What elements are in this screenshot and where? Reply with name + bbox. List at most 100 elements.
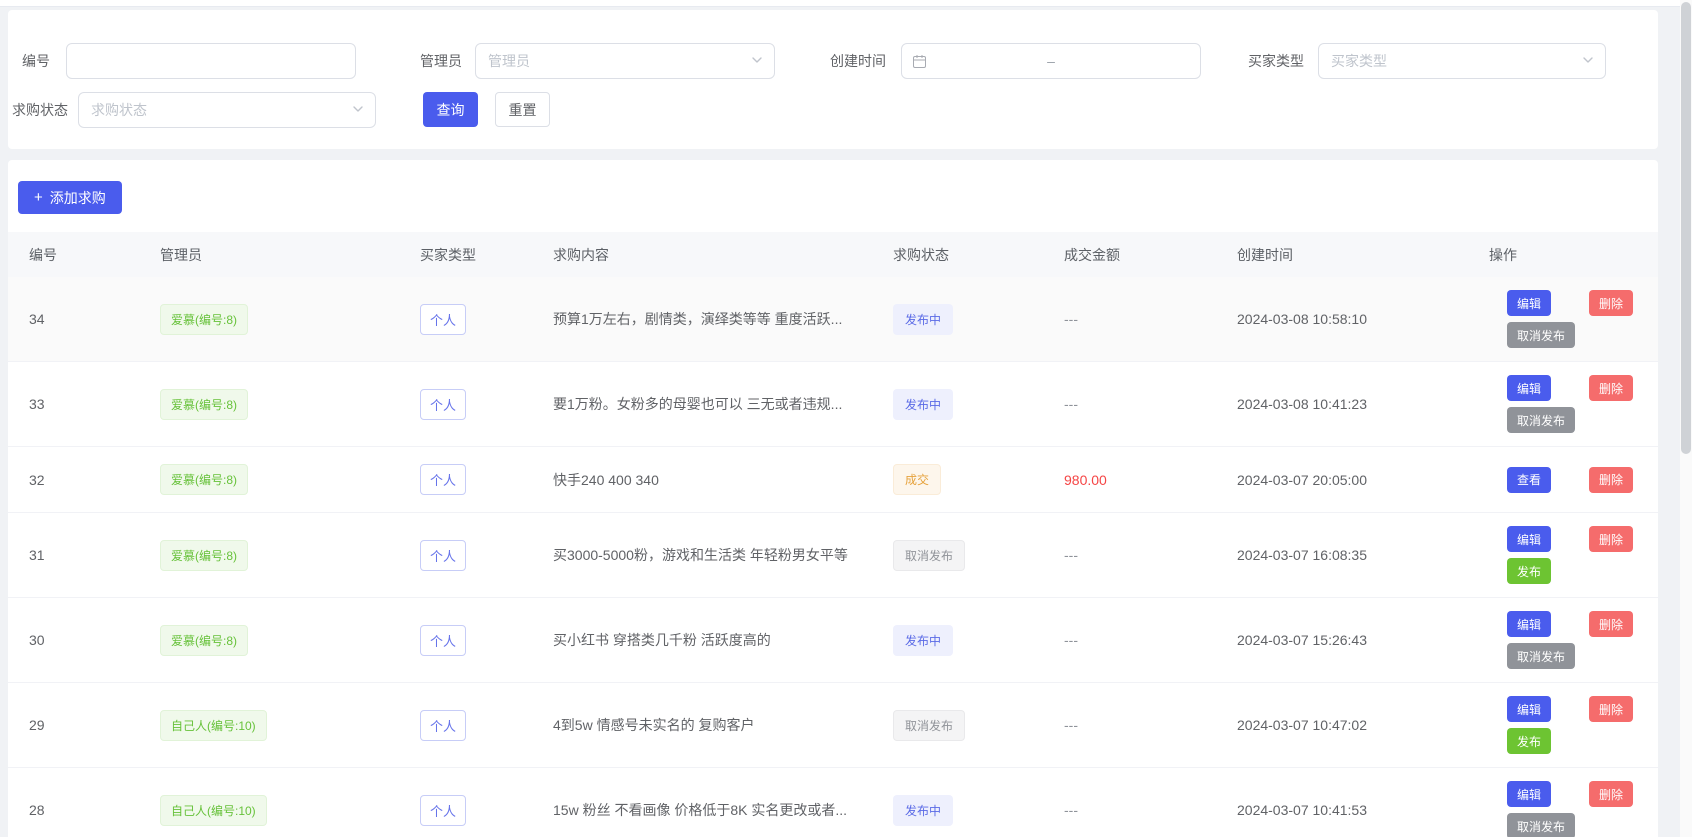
delete-button[interactable]: 删除	[1589, 375, 1633, 401]
row-status-cell: 成交	[893, 447, 1064, 512]
actions-line-1: 编辑 删除	[1507, 611, 1633, 637]
edit-button[interactable]: 编辑	[1507, 375, 1551, 401]
row-actions-cell: 编辑 删除 取消发布	[1489, 768, 1658, 837]
buyer-type-tag: 个人	[420, 710, 466, 741]
edit-button[interactable]: 编辑	[1507, 781, 1551, 807]
row-actions-cell: 编辑 删除 发布	[1489, 513, 1658, 597]
row-admin-cell: 爱慕(编号:8)	[160, 277, 420, 361]
row-created-time: 2024-03-07 10:41:53	[1237, 768, 1489, 837]
created-filter-label: 创建时间	[830, 43, 886, 79]
row-created-time: 2024-03-07 15:26:43	[1237, 598, 1489, 682]
reset-button[interactable]: 重置	[495, 92, 550, 127]
actions-line-1: 编辑 删除	[1507, 526, 1633, 552]
admin-select-input[interactable]	[476, 44, 750, 78]
deal-amount: ---	[1064, 547, 1078, 563]
delete-button[interactable]: 删除	[1589, 781, 1633, 807]
delete-button[interactable]: 删除	[1589, 290, 1633, 316]
buyer-type-select[interactable]	[1318, 43, 1606, 79]
col-created: 创建时间	[1237, 232, 1489, 277]
actions-line-2: 取消发布	[1507, 643, 1575, 669]
row-status-cell: 发布中	[893, 598, 1064, 682]
row-created-time: 2024-03-07 10:47:02	[1237, 683, 1489, 767]
row-buyer-cell: 个人	[420, 683, 553, 767]
row-amount-cell: ---	[1064, 513, 1237, 597]
cancel-publish-button[interactable]: 取消发布	[1507, 407, 1575, 433]
delete-button[interactable]: 删除	[1589, 467, 1633, 493]
add-purchase-label: 添加求购	[50, 188, 106, 208]
created-daterange-picker[interactable]: –	[901, 43, 1201, 79]
col-content: 求购内容	[553, 232, 893, 277]
row-id: 29	[29, 683, 160, 767]
row-content: 要1万粉。女粉多的母婴也可以 三无或者违规...	[553, 362, 893, 446]
buyer-type-tag: 个人	[420, 304, 466, 335]
delete-button[interactable]: 删除	[1589, 611, 1633, 637]
table-row: 28 自己人(编号:10) 个人 15w 粉丝 不看画像 价格低于8K 实名更改…	[8, 768, 1658, 837]
publish-button[interactable]: 发布	[1507, 728, 1551, 754]
cancel-publish-button[interactable]: 取消发布	[1507, 813, 1575, 837]
edit-button[interactable]: 编辑	[1507, 696, 1551, 722]
search-button[interactable]: 查询	[423, 92, 478, 127]
status-badge: 发布中	[893, 389, 953, 420]
status-badge: 成交	[893, 464, 941, 495]
row-actions-cell: 编辑 删除 发布	[1489, 683, 1658, 767]
admin-tag: 爱慕(编号:8)	[160, 304, 248, 335]
row-amount-cell: ---	[1064, 768, 1237, 837]
buyer-type-select-input[interactable]	[1319, 44, 1581, 78]
row-status-cell: 取消发布	[893, 683, 1064, 767]
table-row: 31 爱慕(编号:8) 个人 买3000-5000粉，游戏和生活类 年轻粉男女平…	[8, 513, 1658, 598]
row-admin-cell: 爱慕(编号:8)	[160, 447, 420, 512]
status-badge: 取消发布	[893, 540, 965, 571]
id-filter-label: 编号	[22, 43, 50, 79]
status-select-input[interactable]	[79, 93, 351, 127]
buyer-type-tag: 个人	[420, 540, 466, 571]
delete-button[interactable]: 删除	[1589, 526, 1633, 552]
row-id: 33	[29, 362, 160, 446]
view-button[interactable]: 查看	[1507, 467, 1551, 493]
buyer-type-tag: 个人	[420, 795, 466, 826]
row-content: 4到5w 情感号未实名的 复购客户	[553, 683, 893, 767]
id-input[interactable]	[67, 44, 355, 78]
row-amount-cell: ---	[1064, 683, 1237, 767]
scrollbar-thumb[interactable]	[1681, 2, 1691, 454]
status-select[interactable]	[78, 92, 376, 128]
row-content: 买小红书 穿搭类几千粉 活跃度高的	[553, 598, 893, 682]
table-row: 32 爱慕(编号:8) 个人 快手240 400 340 成交 980.00 2…	[8, 447, 1658, 513]
deal-amount: 980.00	[1064, 472, 1107, 488]
actions-line-1: 编辑 删除	[1507, 781, 1633, 807]
publish-button[interactable]: 发布	[1507, 558, 1551, 584]
daterange-separator: –	[1047, 53, 1055, 69]
deal-amount: ---	[1064, 632, 1078, 648]
row-amount-cell: 980.00	[1064, 447, 1237, 512]
delete-button[interactable]: 删除	[1589, 696, 1633, 722]
row-admin-cell: 自己人(编号:10)	[160, 768, 420, 837]
edit-button[interactable]: 编辑	[1507, 526, 1551, 552]
row-created-time: 2024-03-08 10:58:10	[1237, 277, 1489, 361]
row-actions-cell: 查看 删除	[1489, 447, 1658, 512]
plus-icon: +	[34, 190, 43, 205]
actions-line-1: 查看 删除	[1507, 467, 1633, 493]
table-row: 33 爱慕(编号:8) 个人 要1万粉。女粉多的母婴也可以 三无或者违规... …	[8, 362, 1658, 447]
row-amount-cell: ---	[1064, 362, 1237, 446]
filter-panel: 编号 管理员 创建时间 – 买家类型 求购状态 查询 重置	[8, 10, 1658, 149]
chevron-down-icon	[750, 53, 764, 70]
actions-line-2: 发布	[1507, 558, 1551, 584]
id-input-wrap	[66, 43, 356, 79]
vertical-scrollbar[interactable]	[1680, 0, 1692, 837]
actions-line-2: 取消发布	[1507, 813, 1575, 837]
cancel-publish-button[interactable]: 取消发布	[1507, 322, 1575, 348]
table-body: 34 爱慕(编号:8) 个人 预算1万左右，剧情类，演绎类等等 重度活跃... …	[8, 277, 1658, 837]
row-status-cell: 发布中	[893, 362, 1064, 446]
top-divider	[0, 0, 1680, 7]
admin-select[interactable]	[475, 43, 775, 79]
edit-button[interactable]: 编辑	[1507, 611, 1551, 637]
row-buyer-cell: 个人	[420, 447, 553, 512]
chevron-down-icon	[1581, 53, 1595, 70]
status-badge: 取消发布	[893, 710, 965, 741]
col-buyer-type: 买家类型	[420, 232, 553, 277]
add-purchase-button[interactable]: + 添加求购	[18, 181, 122, 214]
row-status-cell: 发布中	[893, 768, 1064, 837]
edit-button[interactable]: 编辑	[1507, 290, 1551, 316]
cancel-publish-button[interactable]: 取消发布	[1507, 643, 1575, 669]
row-id: 30	[29, 598, 160, 682]
row-actions-cell: 编辑 删除 取消发布	[1489, 362, 1658, 446]
